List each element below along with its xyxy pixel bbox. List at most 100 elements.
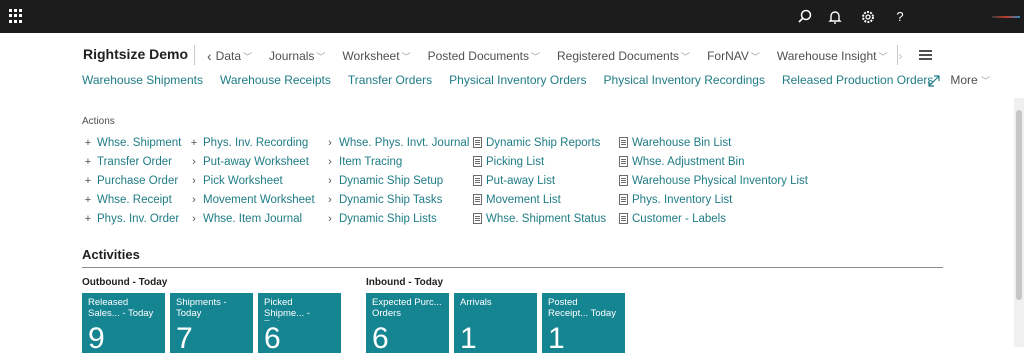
chevron-down-icon: ﹀ [243,51,253,62]
avatar[interactable] [992,16,1020,18]
expand-icon[interactable] [927,74,941,88]
bell-icon[interactable] [825,7,845,27]
tile-value: 6 [264,322,281,355]
action-whse-item-journal[interactable]: › Whse. Item Journal [188,209,315,228]
document-icon [473,156,482,167]
tile-arrivals[interactable]: Arrivals 1 [454,293,537,355]
action-phys-inv-recording[interactable]: + Phys. Inv. Recording [188,133,315,152]
tile-value: 1 [460,322,477,355]
plus-icon: + [84,212,92,225]
document-icon [473,137,482,148]
tile-value: 9 [88,322,105,355]
tile-label: Expected Purc... Orders [372,297,442,319]
chevron-right-icon: › [192,193,196,206]
help-icon[interactable]: ? [890,7,910,27]
chevron-down-icon: ﹀ [750,51,760,62]
action-whse-phys-invt-journal[interactable]: › Whse. Phys. Invt. Journal [324,133,469,152]
tile-released-sales[interactable]: Released Sales... - Today 9 [82,293,165,355]
action-movement-worksheet[interactable]: › Movement Worksheet [188,190,314,209]
menu-journals[interactable]: Journals ﹀ [269,49,325,63]
action-warehouse-bin-list[interactable]: Warehouse Bin List [619,133,808,152]
action-whse-receipt[interactable]: + Whse. Receipt [82,190,181,209]
tile-label: Arrivals [460,297,492,308]
menu-worksheet[interactable]: Worksheet ﹀ [342,49,410,63]
document-icon [619,156,628,167]
chevron-down-icon: ﹀ [981,76,991,86]
document-icon [619,213,628,224]
tile-label: Released Sales... - Today [88,297,154,319]
menu-registered-documents[interactable]: Registered Documents ﹀ [557,49,690,63]
navlink-physical-inventory-orders[interactable]: Physical Inventory Orders [449,73,586,87]
vertical-scrollbar[interactable] [1014,98,1024,347]
action-movement-list[interactable]: Movement List [473,190,606,209]
chevron-right-icon: › [328,174,332,187]
action-dynamic-ship-lists[interactable]: › Dynamic Ship Lists [324,209,469,228]
navlink-physical-inventory-recordings[interactable]: Physical Inventory Recordings [604,73,765,87]
document-icon [473,213,482,224]
chevron-down-icon: ﹀ [316,51,326,62]
action-dynamic-ship-tasks[interactable]: › Dynamic Ship Tasks [324,190,469,209]
action-phys-inv-order[interactable]: + Phys. Inv. Order [82,209,181,228]
action-purchase-order[interactable]: + Purchase Order [82,171,181,190]
activities-heading: Activities [82,247,140,262]
tile-posted-receipts[interactable]: Posted Receipt... Today 1 [542,293,625,354]
action-whse-adjustment-bin[interactable]: Whse. Adjustment Bin [619,152,808,171]
tile-value: 6 [372,322,389,355]
divider [194,45,195,65]
plus-icon: + [84,193,92,206]
menu-warehouse-insight[interactable]: Warehouse Insight ﹀ [777,49,888,63]
gear-icon[interactable] [858,7,878,27]
action-dynamic-ship-setup[interactable]: › Dynamic Ship Setup [324,171,469,190]
chevron-left-icon[interactable]: ‹ [207,48,212,64]
tile-value: 7 [176,322,193,355]
chevron-down-icon: ﹀ [681,51,691,62]
action-whse-shipment[interactable]: + Whse. Shipment [82,133,182,152]
waffle-icon[interactable] [9,9,23,23]
chevron-down-icon: ﹀ [401,51,411,62]
document-icon [619,175,628,186]
action-dynamic-ship-reports[interactable]: Dynamic Ship Reports [473,133,606,152]
document-icon [473,175,482,186]
navlink-warehouse-receipts[interactable]: Warehouse Receipts [220,73,331,87]
navlink-warehouse-shipments[interactable]: Warehouse Shipments [82,73,203,87]
action-customer-labels[interactable]: Customer - Labels [619,209,808,228]
actions-column-5: Warehouse Bin List Whse. Adjustment Bin … [619,133,808,228]
plus-icon: + [84,136,92,149]
actions-column-1: + Whse. Shipment + Transfer Order + Purchas… [82,133,182,228]
search-icon[interactable] [795,7,815,27]
scrollbar-thumb[interactable] [1016,110,1022,300]
tile-picked-shipments[interactable]: Picked Shipme... - Today 6 [258,293,341,355]
action-whse-shipment-status[interactable]: Whse. Shipment Status [473,209,606,228]
action-pick-worksheet[interactable]: › Pick Worksheet [188,171,315,190]
chevron-right-icon: › [328,212,332,225]
action-item-tracing[interactable]: › Item Tracing [324,152,469,171]
menu-posted-documents[interactable]: Posted Documents ﹀ [428,49,540,63]
outbound-group-title: Outbound - Today [82,277,168,288]
document-icon [619,137,628,148]
actions-column-3: › Whse. Phys. Invt. Journal › Item Tracing… [324,133,469,228]
document-icon [619,194,628,205]
tile-shipments-today[interactable]: Shipments - Today 7 [170,293,253,355]
company-name[interactable]: Rightsize Demo [83,46,188,62]
action-warehouse-physical-inventory-list[interactable]: Warehouse Physical Inventory List [619,171,808,190]
plus-icon: + [84,155,92,168]
navlink-released-production-orders[interactable]: Released Production Orders [782,73,933,87]
action-phys-inventory-list[interactable]: Phys. Inventory List [619,190,808,209]
navlink-transfer-orders[interactable]: Transfer Orders [348,73,432,87]
tile-label: Shipments - Today [176,297,227,319]
action-put-away-worksheet[interactable]: › Put-away Worksheet [188,152,315,171]
hamburger-menu-icon[interactable] [919,50,932,60]
action-picking-list[interactable]: Picking List [473,152,606,171]
chevron-right-icon[interactable]: › [899,49,903,63]
tile-expected-purchase-orders[interactable]: Expected Purc... Orders 6 [366,293,449,355]
menu-data[interactable]: Data ﹀ [216,49,252,63]
menu-fornav[interactable]: ForNAV ﹀ [707,49,760,63]
divider [897,45,898,65]
chevron-right-icon: › [328,155,332,168]
chevron-right-icon: › [192,155,196,168]
tile-label: Picked Shipme... - Today [264,297,310,321]
action-put-away-list[interactable]: Put-away List [473,171,606,190]
tile-label: Posted Receipt... Today [548,297,616,319]
action-transfer-order[interactable]: + Transfer Order [82,152,181,171]
more-menu[interactable]: More ﹀ [950,73,990,87]
